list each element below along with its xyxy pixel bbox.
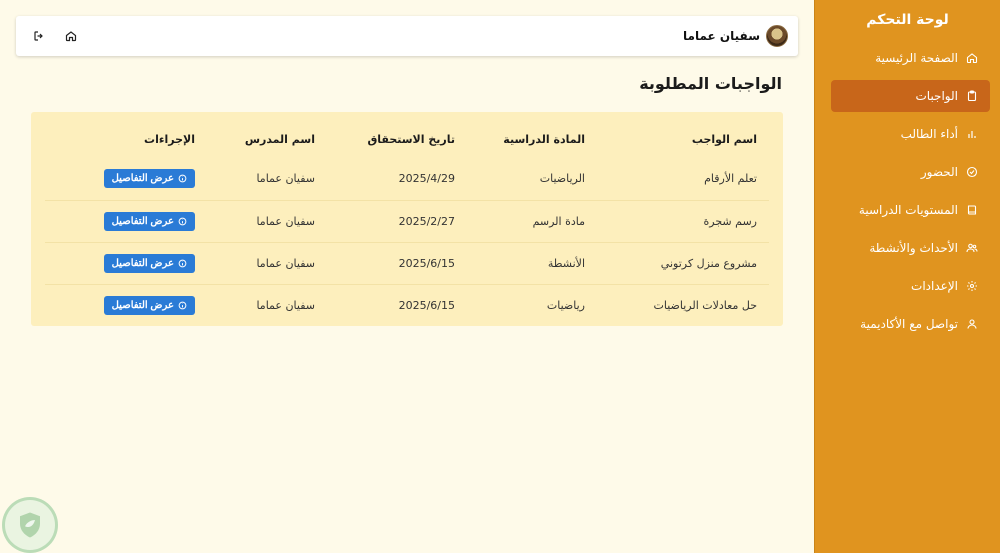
- cell-actions: عرض التفاصيل: [45, 199, 207, 242]
- cell-due: 2025/2/27: [327, 199, 467, 242]
- sidebar-item-settings[interactable]: الإعدادات: [831, 270, 990, 302]
- table-row: رسم شجرة مادة الرسم 2025/2/27 سفيان عمام…: [45, 199, 769, 242]
- cell-subject: مادة الرسم: [467, 199, 597, 242]
- sidebar-item-events[interactable]: الأحداث والأنشطة: [831, 232, 990, 264]
- view-details-button[interactable]: عرض التفاصيل: [103, 295, 195, 315]
- home-button[interactable]: [64, 29, 78, 43]
- avatar[interactable]: [766, 25, 788, 47]
- cell-due: 2025/4/29: [398, 172, 455, 186]
- table-header-row: اسم الواجب المادة الدراسية تاريخ الاستحق…: [45, 120, 769, 158]
- column-header-actions: الإجراءات: [144, 132, 195, 146]
- column-header-name: اسم الواجب: [691, 132, 757, 146]
- view-details-label: عرض التفاصيل: [111, 173, 174, 185]
- info-icon: [178, 174, 187, 183]
- sidebar-item-label: الصفحة الرئيسية: [875, 51, 958, 65]
- book-icon: [967, 205, 977, 215]
- assignments-table-card: اسم الواجب المادة الدراسية تاريخ الاستحق…: [31, 112, 783, 326]
- cell-name: رسم شجرة: [597, 199, 769, 242]
- sidebar-item-contact[interactable]: تواصل مع الأكاديمية: [831, 308, 990, 340]
- cell-subject: رياضيات: [467, 283, 597, 326]
- bar-chart-icon: [968, 131, 976, 138]
- user-profile[interactable]: سفيان عماما: [683, 25, 788, 47]
- column-header-subject: المادة الدراسية: [503, 132, 585, 146]
- info-icon: [178, 217, 187, 225]
- logout-icon: [34, 31, 43, 41]
- column-header-teacher: اسم المدرس: [244, 132, 315, 146]
- sidebar-item-home[interactable]: الصفحة الرئيسية: [831, 42, 990, 74]
- sidebar-item-label: الإعدادات: [911, 279, 958, 293]
- view-details-button[interactable]: عرض التفاصيل: [103, 169, 195, 189]
- home-icon: [966, 53, 978, 64]
- app-root: لوحة التحكم الصفحة الرئيسية الواجبات أدا…: [0, 0, 1000, 553]
- sidebar-item-levels[interactable]: المستويات الدراسية: [831, 194, 990, 226]
- cell-name: تعلم الأرقام: [704, 172, 757, 186]
- cell-due: 2025/6/15: [327, 241, 467, 284]
- cell-teacher: سفيان عماما: [207, 241, 327, 284]
- gear-icon: [967, 281, 977, 291]
- sidebar-item-label: تواصل مع الأكاديمية: [860, 317, 958, 331]
- column-header-due: تاريخ الاستحقاق: [367, 132, 455, 146]
- table-row: تعلم الأرقام الرياضيات 2025/4/29 سفيان ع…: [45, 158, 769, 200]
- cell-teacher: سفيان عماما: [256, 172, 315, 186]
- view-details-label: عرض التفاصيل: [111, 299, 174, 311]
- cell-actions: عرض التفاصيل: [45, 158, 207, 200]
- cell-name: حل معادلات الرياضيات: [597, 283, 769, 326]
- watermark-logo: [2, 497, 58, 553]
- assignments-table: اسم الواجب المادة الدراسية تاريخ الاستحق…: [45, 120, 769, 326]
- info-icon: [178, 301, 187, 310]
- view-details-label: عرض التفاصيل: [111, 215, 174, 227]
- table-row: حل معادلات الرياضيات رياضيات 2025/6/15 س…: [45, 283, 769, 326]
- cell-name: مشروع منزل كرتوني: [597, 241, 769, 284]
- page-title: الواجبات المطلوبة: [639, 74, 782, 93]
- sidebar-item-assignments[interactable]: الواجبات: [831, 80, 990, 112]
- view-details-label: عرض التفاصيل: [111, 257, 174, 269]
- clipboard-icon: [967, 90, 977, 102]
- sidebar-nav: الصفحة الرئيسية الواجبات أداء الطالب الح…: [815, 42, 1000, 340]
- info-icon: [178, 259, 187, 267]
- user-icon: [967, 319, 977, 329]
- sidebar-item-label: الأحداث والأنشطة: [869, 241, 958, 255]
- cell-due: 2025/6/15: [327, 283, 467, 326]
- home-icon: [65, 31, 77, 42]
- table-row: مشروع منزل كرتوني الأنشطة 2025/6/15 سفيا…: [45, 241, 769, 284]
- view-details-button[interactable]: عرض التفاصيل: [103, 253, 195, 273]
- cell-teacher: سفيان عماما: [207, 283, 327, 326]
- cell-actions: عرض التفاصيل: [45, 241, 207, 284]
- sidebar-item-attendance[interactable]: الحضور: [831, 156, 990, 188]
- cell-subject: الأنشطة: [467, 241, 597, 284]
- check-circle-icon: [966, 166, 978, 178]
- user-name: سفيان عماما: [683, 29, 760, 43]
- sidebar-item-label: أداء الطالب: [900, 127, 958, 141]
- logout-button[interactable]: [32, 29, 46, 43]
- sidebar-item-label: الحضور: [920, 165, 958, 179]
- sidebar-title: لوحة التحكم: [866, 12, 949, 28]
- sidebar-item-performance[interactable]: أداء الطالب: [831, 118, 990, 150]
- cell-actions: عرض التفاصيل: [45, 283, 207, 326]
- cell-teacher: سفيان عماما: [207, 199, 327, 242]
- sidebar-item-label: الواجبات: [915, 89, 958, 103]
- cell-subject: الرياضيات: [539, 172, 585, 186]
- top-bar: سفيان عماما: [16, 16, 798, 56]
- users-icon: [966, 243, 978, 253]
- sidebar: لوحة التحكم الصفحة الرئيسية الواجبات أدا…: [814, 0, 1000, 553]
- sidebar-item-label: المستويات الدراسية: [858, 203, 958, 217]
- top-actions: [32, 29, 78, 43]
- view-details-button[interactable]: عرض التفاصيل: [103, 211, 195, 231]
- shield-leaf-icon: [20, 512, 40, 538]
